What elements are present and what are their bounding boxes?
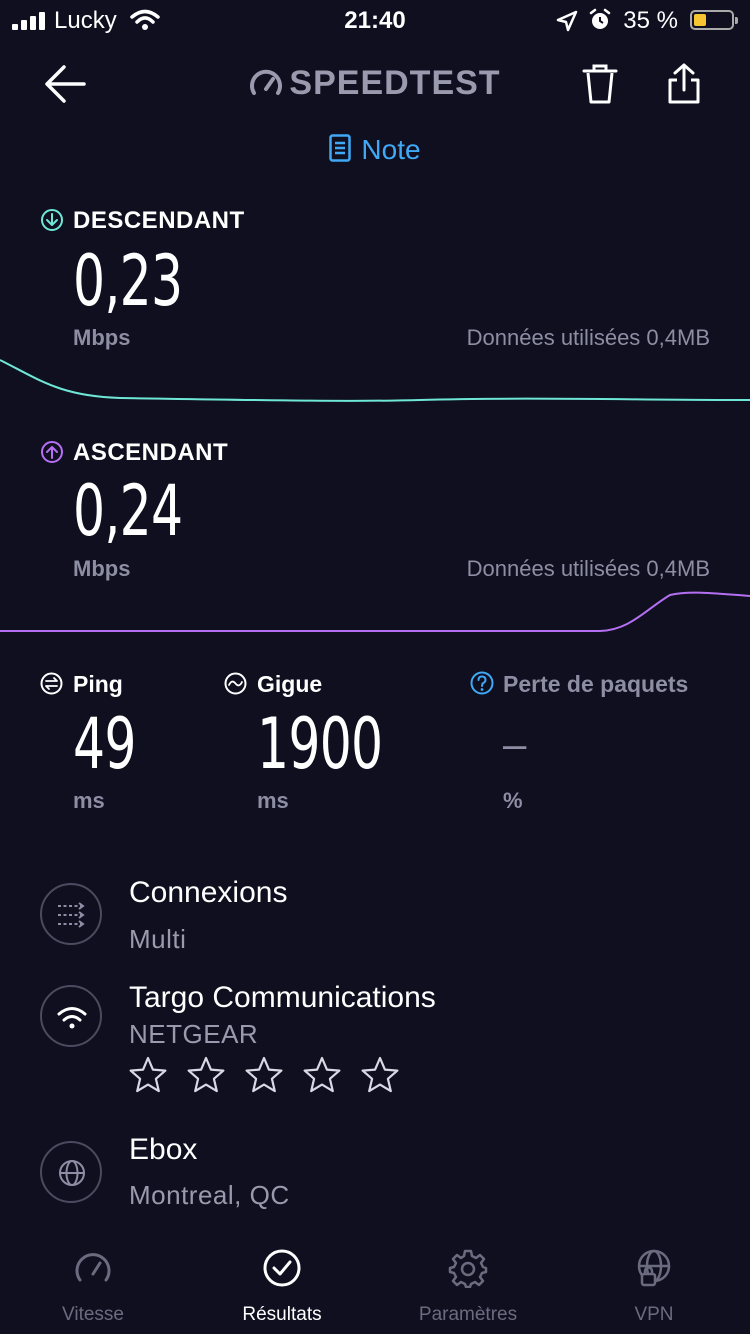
star-icon[interactable] bbox=[244, 1055, 284, 1095]
jitter-unit: ms bbox=[257, 788, 289, 813]
upload-arrow-icon bbox=[41, 441, 63, 463]
ping-value: 49 bbox=[73, 703, 136, 785]
brand-text: SPEEDTEST bbox=[289, 64, 501, 102]
server-subtitle: Montreal, QC bbox=[129, 1180, 290, 1210]
upload-value: 0,24 bbox=[73, 470, 183, 552]
download-value: 0,23 bbox=[73, 240, 183, 322]
download-data-used: Données utilisées 0,4MB bbox=[466, 325, 710, 350]
trash-icon[interactable] bbox=[580, 62, 620, 106]
download-arrow-icon bbox=[41, 209, 63, 231]
jitter-label: Gigue bbox=[257, 671, 323, 697]
vpn-globe-icon bbox=[637, 1249, 671, 1287]
globe-icon bbox=[40, 1141, 102, 1203]
download-unit: Mbps bbox=[73, 325, 131, 350]
provider-title: Targo Communications bbox=[129, 981, 436, 1014]
battery-icon bbox=[690, 10, 738, 30]
status-bar: Lucky 21:40 35 % bbox=[0, 0, 750, 40]
note-icon bbox=[329, 134, 352, 162]
wifi-icon bbox=[40, 985, 102, 1047]
packet-loss-value: – bbox=[503, 720, 527, 767]
star-icon[interactable] bbox=[186, 1055, 226, 1095]
alarm-icon bbox=[589, 8, 611, 29]
jitter-value: 1900 bbox=[257, 703, 383, 785]
ping-unit: ms bbox=[73, 788, 105, 813]
upload-data-used: Données utilisées 0,4MB bbox=[466, 556, 710, 581]
provider-subtitle: NETGEAR bbox=[129, 1019, 259, 1049]
ping-icon bbox=[40, 672, 63, 695]
gear-icon bbox=[448, 1249, 488, 1288]
speedtest-logo: SPEEDTEST bbox=[0, 64, 750, 103]
connections-title: Connexions bbox=[129, 876, 288, 909]
upload-graph-line bbox=[0, 591, 750, 632]
star-icon[interactable] bbox=[302, 1055, 342, 1095]
tab-label: VPN bbox=[634, 1304, 674, 1325]
upload-unit: Mbps bbox=[73, 556, 131, 581]
speedometer-icon bbox=[75, 1253, 111, 1282]
jitter-icon bbox=[224, 672, 247, 695]
packet-loss-label: Perte de paquets bbox=[503, 671, 689, 697]
speedometer-logo-icon bbox=[250, 69, 283, 95]
tab-label: Vitesse bbox=[62, 1304, 124, 1325]
connections-subtitle: Multi bbox=[129, 924, 187, 954]
location-arrow-icon bbox=[556, 10, 578, 32]
download-graph-line bbox=[0, 359, 750, 402]
tab-bar: Vitesse Résultats Paramètres VPN bbox=[0, 1240, 750, 1334]
star-icon[interactable] bbox=[360, 1055, 400, 1095]
star-icon[interactable] bbox=[128, 1055, 168, 1095]
upload-label: ASCENDANT bbox=[73, 439, 229, 466]
help-icon[interactable] bbox=[470, 671, 494, 695]
packet-loss-unit: % bbox=[503, 788, 523, 813]
check-circle-icon bbox=[263, 1249, 301, 1287]
note-button[interactable]: Note bbox=[0, 134, 750, 166]
share-icon[interactable] bbox=[664, 62, 704, 106]
server-title: Ebox bbox=[129, 1133, 198, 1166]
rating-stars[interactable] bbox=[128, 1055, 408, 1097]
ping-label: Ping bbox=[73, 671, 123, 697]
tab-label: Résultats bbox=[242, 1304, 322, 1325]
tab-label: Paramètres bbox=[418, 1304, 518, 1325]
battery-percent: 35 % bbox=[623, 7, 678, 34]
connections-icon bbox=[40, 883, 102, 945]
download-label: DESCENDANT bbox=[73, 207, 245, 234]
note-label: Note bbox=[361, 134, 421, 165]
